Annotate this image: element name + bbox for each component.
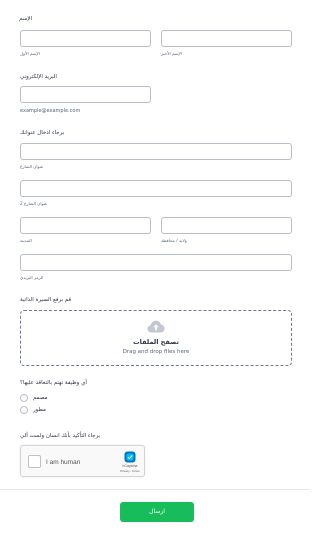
drag-drop-hint: Drag and drop files here	[122, 349, 190, 355]
street2-field[interactable]	[20, 180, 292, 197]
city-field[interactable]	[20, 217, 151, 234]
cloud-upload-icon	[147, 320, 165, 333]
captcha-brand: hCaptcha	[122, 464, 138, 468]
role-label: أي وظيفة تهتم بالتعاقد عليها؟	[20, 380, 87, 386]
email-hint: example@example.com	[20, 108, 81, 114]
radio-developer[interactable]	[20, 406, 28, 414]
email-label: البريد الإلكتروني	[20, 74, 57, 80]
zip-field[interactable]	[20, 254, 292, 271]
file-upload-dropzone[interactable]: تصفح الملفات Drag and drop files here	[20, 310, 292, 366]
state-field[interactable]	[161, 217, 292, 234]
submit-button[interactable]: ارسال	[120, 502, 194, 522]
street-field[interactable]	[20, 143, 292, 160]
zip-sublabel: الرمز البريدي	[20, 275, 44, 280]
first-name-field[interactable]	[20, 30, 151, 47]
hcaptcha-widget[interactable]: I am human hCaptcha Privacy - Terms	[20, 445, 145, 477]
radio-designer[interactable]	[20, 394, 28, 402]
email-field[interactable]	[20, 86, 151, 103]
captcha-text: I am human	[46, 459, 81, 466]
street2-sublabel: عنوان الشارع 2	[20, 201, 48, 206]
state-sublabel: ولاية / محافظة	[161, 238, 187, 243]
upload-label: قم برفع السيرة الذاتية	[20, 297, 72, 303]
address-label: برجاء ادخال عنوانك	[20, 130, 65, 136]
street-sublabel: عنوان الشارع	[20, 164, 44, 169]
last-name-field[interactable]	[161, 30, 292, 47]
hcaptcha-logo-icon	[124, 451, 136, 463]
city-sublabel: المدينة	[20, 238, 32, 243]
captcha-checkbox[interactable]	[28, 455, 41, 468]
last-name-sublabel: الإسم الأخير	[161, 51, 182, 56]
human-verify-label: برجاء التأكيد بأنك انسان ولست آلي	[20, 433, 101, 439]
browse-files-title[interactable]: تصفح الملفات	[21, 338, 291, 346]
captcha-links[interactable]: Privacy - Terms	[117, 469, 143, 473]
first-name-sublabel: الإسم الأول	[20, 51, 40, 56]
name-label: الإسم	[19, 16, 32, 22]
footer-divider	[0, 489, 310, 490]
radio-developer-label[interactable]: مطور	[33, 407, 63, 413]
radio-designer-label[interactable]: مصمم	[33, 395, 63, 401]
